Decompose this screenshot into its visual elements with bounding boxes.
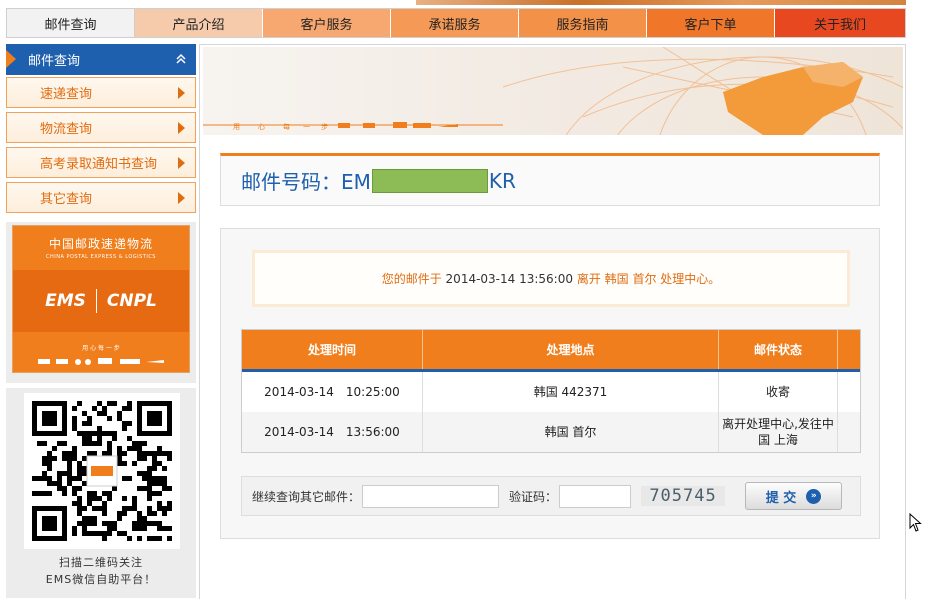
vehicles-icon (38, 357, 164, 365)
cell-time: 2014-03-14 13:56:00 (242, 412, 423, 452)
col-header-time: 处理时间 (242, 330, 423, 369)
arrow-right-icon (178, 192, 185, 204)
table-header: 处理时间 处理地点 邮件状态 (242, 330, 860, 372)
nav-tab[interactable]: 承诺服务 (391, 9, 519, 37)
tracking-table: 处理时间 处理地点 邮件状态 2014-03-14 10:25:00 韩国 44… (241, 329, 861, 453)
globe-banner-image: 用心每一步 (203, 47, 903, 135)
col-header-place: 处理地点 (423, 330, 719, 369)
tracking-suffix: KR (488, 168, 516, 193)
sidebar-heading-label: 邮件查询 (28, 54, 81, 69)
qr-caption-line1: 扫描二维码关注 (59, 556, 143, 569)
cell-status: 收寄 (719, 372, 838, 412)
captcha-input[interactable] (559, 484, 632, 508)
qr-panel: 扫描二维码关注 EMS微信自助平台！ (6, 388, 196, 598)
sidebar-item-express[interactable]: 速递查询 (6, 77, 196, 108)
col-header-status: 邮件状态 (719, 330, 838, 369)
arrow-right-icon (178, 122, 185, 134)
svg-text:心: 心 (258, 123, 265, 131)
arrow-circle-icon: » (806, 488, 822, 504)
notice-date: 2014-03-14 13:56:00 (445, 271, 573, 286)
submit-button[interactable]: 提 交 » (745, 482, 843, 510)
logo-cn-text: 中国邮政速递物流 (48, 236, 153, 251)
tracking-number-title: 邮件号码：EM KR (220, 153, 880, 206)
notice-prefix: 您的邮件于 (381, 272, 442, 286)
collapse-up-icon[interactable] (174, 52, 188, 66)
svg-text:用: 用 (233, 123, 240, 131)
sidebar-heading[interactable]: 邮件查询 (6, 44, 196, 75)
ems-logo: 中国邮政速递物流 CHINA POSTAL EXPRESS & LOGISTIC… (12, 225, 190, 373)
cell-place: 韩国 首尔 (423, 412, 719, 452)
sidebar: 邮件查询 速递查询 物流查询 高考录取通知书查询 其它查询 (6, 44, 196, 213)
logo-slogan: 用 心 每 一 步 (82, 344, 120, 352)
main-content: 用 心 每 一 步 邮件号码：EM KR 您的邮件于 2014-03-14 13:56:0… (199, 44, 906, 599)
nav-tab[interactable]: 客户服务 (263, 9, 391, 37)
continue-label: 继续查询其它邮件： (252, 489, 361, 504)
redacted-number (371, 168, 488, 193)
top-decor-strip (416, 0, 906, 5)
sidebar-item-logistics[interactable]: 物流查询 (6, 112, 196, 143)
svg-text:每: 每 (283, 122, 290, 131)
result-panel: 您的邮件于 2014-03-14 13:56:00 离开 韩国 首尔 处理中心。… (220, 228, 880, 539)
svg-text:一: 一 (303, 123, 310, 131)
heading-marker-icon (6, 50, 16, 68)
cell-place: 韩国 442371 (423, 372, 719, 412)
captcha-image[interactable]: 705745 (641, 486, 726, 506)
nav-tab[interactable]: 客户下单 (647, 9, 775, 37)
ems-wordmark: EMS (45, 291, 86, 311)
submit-label: 提 交 (765, 490, 797, 506)
qr-caption-line2: EMS微信自助平台！ (45, 573, 157, 586)
mouse-cursor-icon (909, 513, 922, 532)
nav-tab[interactable]: 关于我们 (775, 9, 905, 37)
tracking-prefix: 邮件号码：EM (241, 170, 371, 194)
sidebar-item-label: 速递查询 (40, 87, 93, 102)
arrow-right-icon (178, 87, 185, 99)
nav-tab[interactable]: 产品介绍 (135, 9, 263, 37)
sidebar-item-admission[interactable]: 高考录取通知书查询 (6, 147, 196, 178)
svg-text:步: 步 (321, 123, 328, 131)
continue-query-form: 继续查询其它邮件： 验证码： 705745 提 交 » (241, 476, 861, 516)
nav-tab[interactable]: 服务指南 (519, 9, 647, 37)
logo-en-text: CHINA POSTAL EXPRESS & LOGISTICS (46, 253, 156, 260)
table-row: 2014-03-14 13:56:00 韩国 首尔 离开处理中心,发往中国 上海 (242, 412, 860, 452)
sidebar-item-label: 物流查询 (40, 122, 93, 137)
cell-status: 离开处理中心,发往中国 上海 (719, 412, 838, 452)
arrow-right-icon (178, 157, 185, 169)
main-nav: 邮件查询 产品介绍 客户服务 承诺服务 服务指南 客户下单 关于我们 (6, 8, 906, 38)
qr-code-icon (32, 401, 172, 541)
mail-number-input[interactable] (362, 484, 500, 508)
ems-logo-panel[interactable]: 中国邮政速递物流 CHINA POSTAL EXPRESS & LOGISTIC… (6, 222, 196, 383)
sidebar-item-label: 高考录取通知书查询 (40, 157, 158, 172)
sidebar-item-other[interactable]: 其它查询 (6, 182, 196, 213)
cell-time: 2014-03-14 10:25:00 (242, 372, 423, 412)
banner: 用心每一步 (203, 47, 903, 135)
cnpl-wordmark: CNPL (106, 291, 157, 311)
sidebar-item-label: 其它查询 (40, 192, 93, 207)
notice-suffix: 离开 韩国 首尔 处理中心。 (576, 272, 721, 286)
table-row: 2014-03-14 10:25:00 韩国 442371 收寄 (242, 372, 860, 412)
qr-code[interactable] (24, 393, 180, 549)
status-notice: 您的邮件于 2014-03-14 13:56:00 离开 韩国 首尔 处理中心。 (252, 250, 850, 307)
nav-tab[interactable]: 邮件查询 (7, 9, 135, 37)
captcha-label: 验证码： (509, 489, 558, 504)
